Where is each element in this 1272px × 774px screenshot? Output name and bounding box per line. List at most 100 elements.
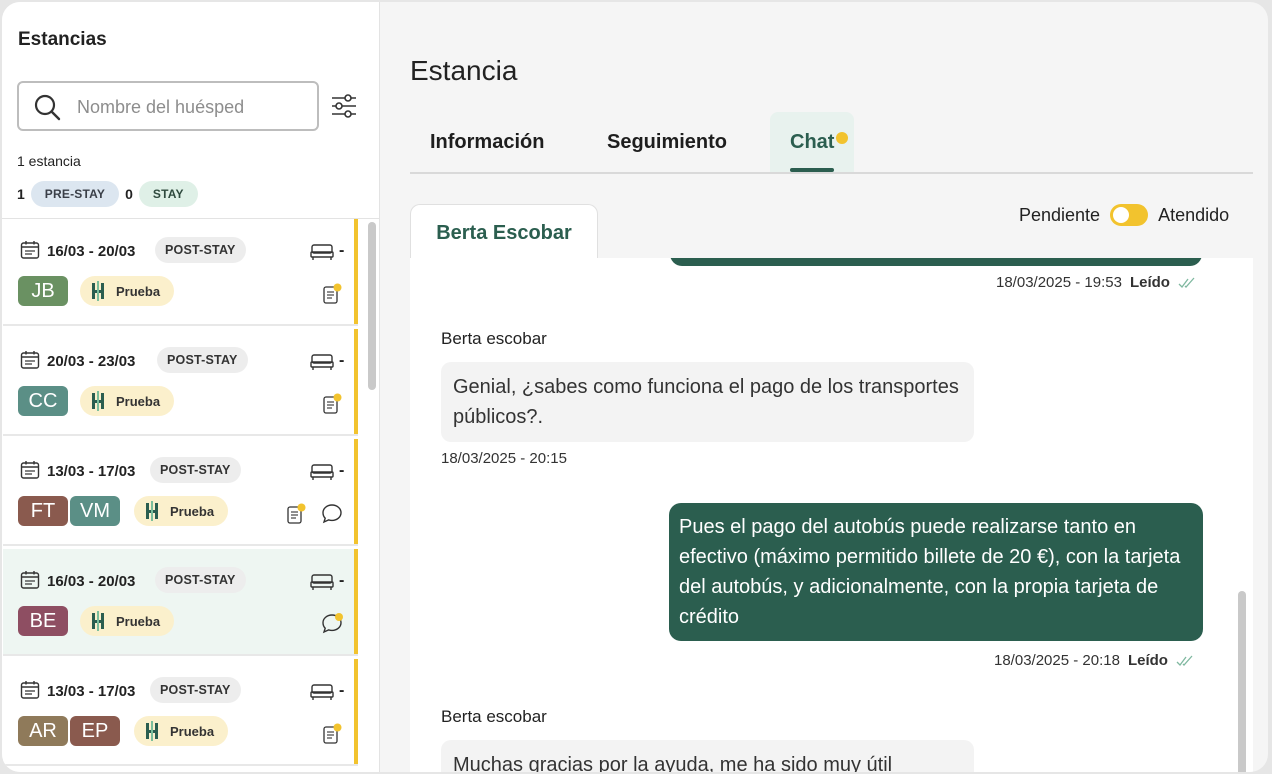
calendar-icon — [20, 241, 40, 259]
hotel-logo-icon — [146, 721, 158, 741]
pending-indicator — [354, 329, 358, 434]
avatar: VM — [70, 496, 120, 526]
status-badge: POST-STAY — [150, 457, 241, 483]
room-number: - — [339, 242, 345, 259]
stay-dates: 16/03 - 20/03 — [47, 243, 136, 260]
status-badge: POST-STAY — [150, 677, 241, 703]
stay-pill[interactable]: STAY — [138, 181, 198, 207]
message-time: 18/03/2025 - 20:18 — [994, 652, 1120, 669]
status-badge: POST-STAY — [155, 237, 246, 263]
room-number: - — [339, 462, 345, 479]
hotel-logo-icon — [92, 281, 104, 301]
calendar-icon — [20, 461, 40, 479]
stay-card[interactable]: 13/03 - 17/03 POST-STAY - FT VM Prueba — [3, 439, 358, 546]
avatar: JB — [18, 276, 68, 306]
property-tag: Prueba — [134, 716, 229, 746]
stay-dates: 20/03 - 23/03 — [47, 353, 136, 370]
outgoing-message-bubble: Pues el pago del autobús puede realizars… — [669, 503, 1203, 641]
stay-dates: 16/03 - 20/03 — [47, 573, 136, 590]
stay-card[interactable]: 20/03 - 23/03 POST-STAY - CC Prueba — [3, 329, 358, 436]
message-meta: 18/03/2025 - 20:18 Leído — [994, 652, 1194, 669]
room-number: - — [339, 682, 345, 699]
chat-notification-icon — [322, 613, 343, 634]
conversation-tab[interactable]: Berta Escobar — [410, 204, 598, 262]
guest-avatars: CC — [18, 386, 68, 416]
hotel-logo-icon — [146, 501, 158, 521]
bed-icon — [310, 464, 334, 480]
chat-bubble-icon — [322, 504, 342, 524]
status-badge: POST-STAY — [157, 347, 248, 373]
read-status: Leído — [1129, 274, 1170, 291]
hotel-logo-icon — [92, 391, 104, 411]
filter-icon[interactable] — [330, 92, 358, 120]
tab-informacion[interactable]: Información — [430, 112, 544, 172]
tag-label: Prueba — [170, 723, 215, 739]
sidebar-scrollbar[interactable] — [368, 222, 376, 390]
pending-indicator — [354, 219, 358, 324]
message-meta: 18/03/2025 - 19:53 Leído — [996, 274, 1196, 291]
sidebar: Estancias Nombre del huésped 1 estancia … — [2, 2, 380, 772]
tag-label: Prueba — [170, 503, 215, 519]
toggle-label-attended: Atendido — [1158, 204, 1230, 225]
app-window: Estancias Nombre del huésped 1 estancia … — [2, 2, 1268, 772]
tab-chat[interactable]: Chat — [770, 112, 855, 172]
room-number: - — [339, 572, 345, 589]
message-sender: Berta escobar — [441, 707, 547, 726]
prestay-pill[interactable]: PRE-STAY — [30, 181, 120, 207]
chat-panel: 18/03/2025 - 19:53 Leído Berta escobar G… — [410, 258, 1253, 772]
stay-dates: 13/03 - 17/03 — [47, 463, 136, 480]
pending-indicator — [354, 549, 358, 654]
document-notification-icon — [323, 393, 342, 414]
toggle-knob — [1113, 207, 1130, 223]
message-sender: Berta escobar — [441, 329, 547, 348]
bed-icon — [310, 244, 334, 260]
hotel-logo-icon — [92, 611, 104, 631]
property-tag: Prueba — [134, 496, 229, 526]
double-check-icon — [1176, 655, 1193, 666]
pending-indicator — [354, 659, 358, 764]
room-number: - — [339, 352, 345, 369]
chat-scrollbar[interactable] — [1238, 591, 1246, 772]
search-placeholder: Nombre del huésped — [77, 97, 245, 117]
bed-icon — [310, 574, 334, 590]
stay-list: 16/03 - 20/03 POST-STAY - JB Prueba 20/0… — [2, 218, 380, 772]
stay-dates: 13/03 - 17/03 — [47, 683, 136, 700]
incoming-message-bubble: Genial, ¿sabes como funciona el pago de … — [441, 362, 974, 442]
stay-count: 1 estancia — [17, 153, 81, 169]
document-notification-icon — [323, 283, 342, 304]
avatar: CC — [18, 386, 68, 416]
toggle-label-pending: Pendiente — [1019, 204, 1101, 225]
calendar-icon — [20, 571, 40, 589]
page-title: Estancia — [410, 55, 518, 86]
tag-label: Prueba — [116, 283, 161, 299]
stay-count-value: 0 — [125, 186, 133, 202]
status-toggle[interactable] — [1110, 204, 1149, 226]
avatar: EP — [70, 716, 120, 746]
avatar: FT — [18, 496, 68, 526]
search-input[interactable]: Nombre del huésped — [17, 81, 319, 131]
status-toggle-row: Pendiente Atendido — [1019, 204, 1229, 226]
stay-card-selected[interactable]: 16/03 - 20/03 POST-STAY - BE Prueba — [3, 549, 358, 656]
avatar: BE — [18, 606, 68, 636]
pending-indicator — [354, 439, 358, 544]
calendar-icon — [20, 681, 40, 699]
guest-avatars: JB — [18, 276, 68, 306]
bed-icon — [310, 354, 334, 370]
double-check-icon — [1178, 277, 1195, 288]
guest-avatars: AR EP — [18, 716, 120, 746]
document-notification-icon — [323, 723, 342, 744]
status-filters: 1 PRE-STAY 0 STAY — [17, 181, 198, 207]
prestay-count: 1 — [17, 186, 25, 202]
read-status: Leído — [1127, 652, 1168, 669]
outgoing-message-bubble — [670, 258, 1202, 266]
notification-dot — [836, 132, 849, 144]
property-tag: Prueba — [80, 386, 175, 416]
message-time: 18/03/2025 - 19:53 — [996, 274, 1122, 291]
search-icon — [34, 94, 61, 121]
stay-card[interactable]: 16/03 - 20/03 POST-STAY - JB Prueba — [3, 219, 358, 326]
stay-card[interactable]: 13/03 - 17/03 POST-STAY - AR EP Prueba — [3, 659, 358, 766]
tab-bar: Información Seguimiento Chat — [410, 112, 1253, 174]
calendar-icon — [20, 351, 40, 369]
tag-label: Prueba — [116, 613, 161, 629]
tab-seguimiento[interactable]: Seguimiento — [607, 112, 727, 172]
